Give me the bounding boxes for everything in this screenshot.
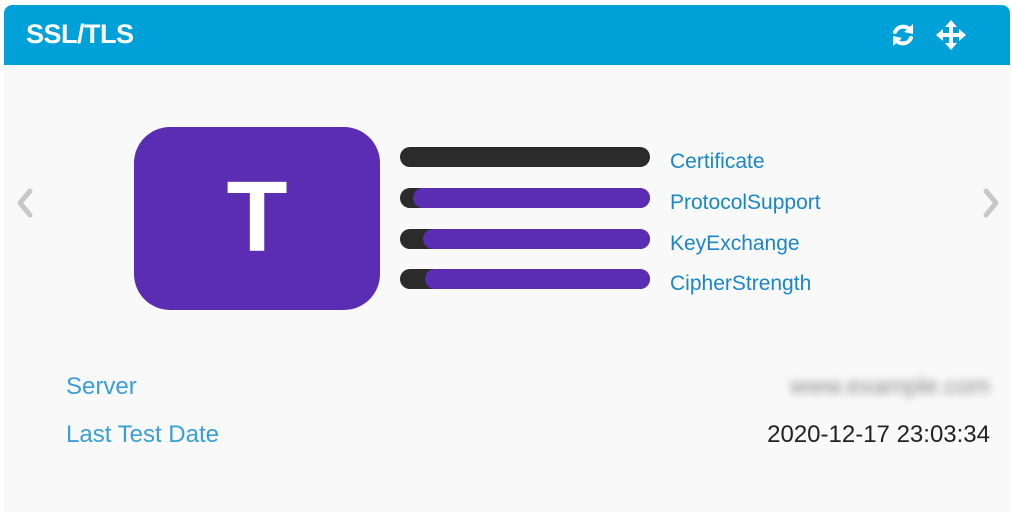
protocol-support-bar-fill	[412, 188, 650, 208]
certificate-bar	[400, 147, 650, 167]
key-exchange-bar	[400, 229, 650, 249]
cipher-strength-label[interactable]: CipherStrength	[670, 272, 811, 296]
server-value: www.example.com	[789, 373, 990, 400]
chevron-left-icon[interactable]	[12, 183, 38, 223]
last-test-date-value: 2020-12-17 23:03:34	[767, 421, 990, 448]
widget-title: SSL/TLS	[26, 19, 134, 49]
grade-letter: T	[226, 161, 288, 273]
chevron-right-icon[interactable]	[978, 183, 1004, 223]
refresh-icon[interactable]	[888, 20, 918, 50]
certificate-label[interactable]: Certificate	[670, 150, 765, 174]
key-exchange-bar-fill	[422, 229, 650, 249]
protocol-support-label[interactable]: ProtocolSupport	[670, 191, 821, 215]
last-test-date-label: Last Test Date	[66, 421, 219, 448]
widget-header: SSL/TLS	[4, 5, 1010, 65]
protocol-support-bar	[400, 188, 650, 208]
ssl-tls-widget: SSL/TLS T Certificate ProtocolSupport Ke…	[4, 5, 1010, 512]
server-label: Server	[66, 373, 137, 400]
cipher-strength-bar	[400, 269, 650, 289]
cipher-strength-bar-fill	[425, 269, 650, 289]
grade-badge: T	[134, 127, 380, 310]
move-icon[interactable]	[936, 20, 966, 50]
key-exchange-label[interactable]: KeyExchange	[670, 232, 800, 256]
